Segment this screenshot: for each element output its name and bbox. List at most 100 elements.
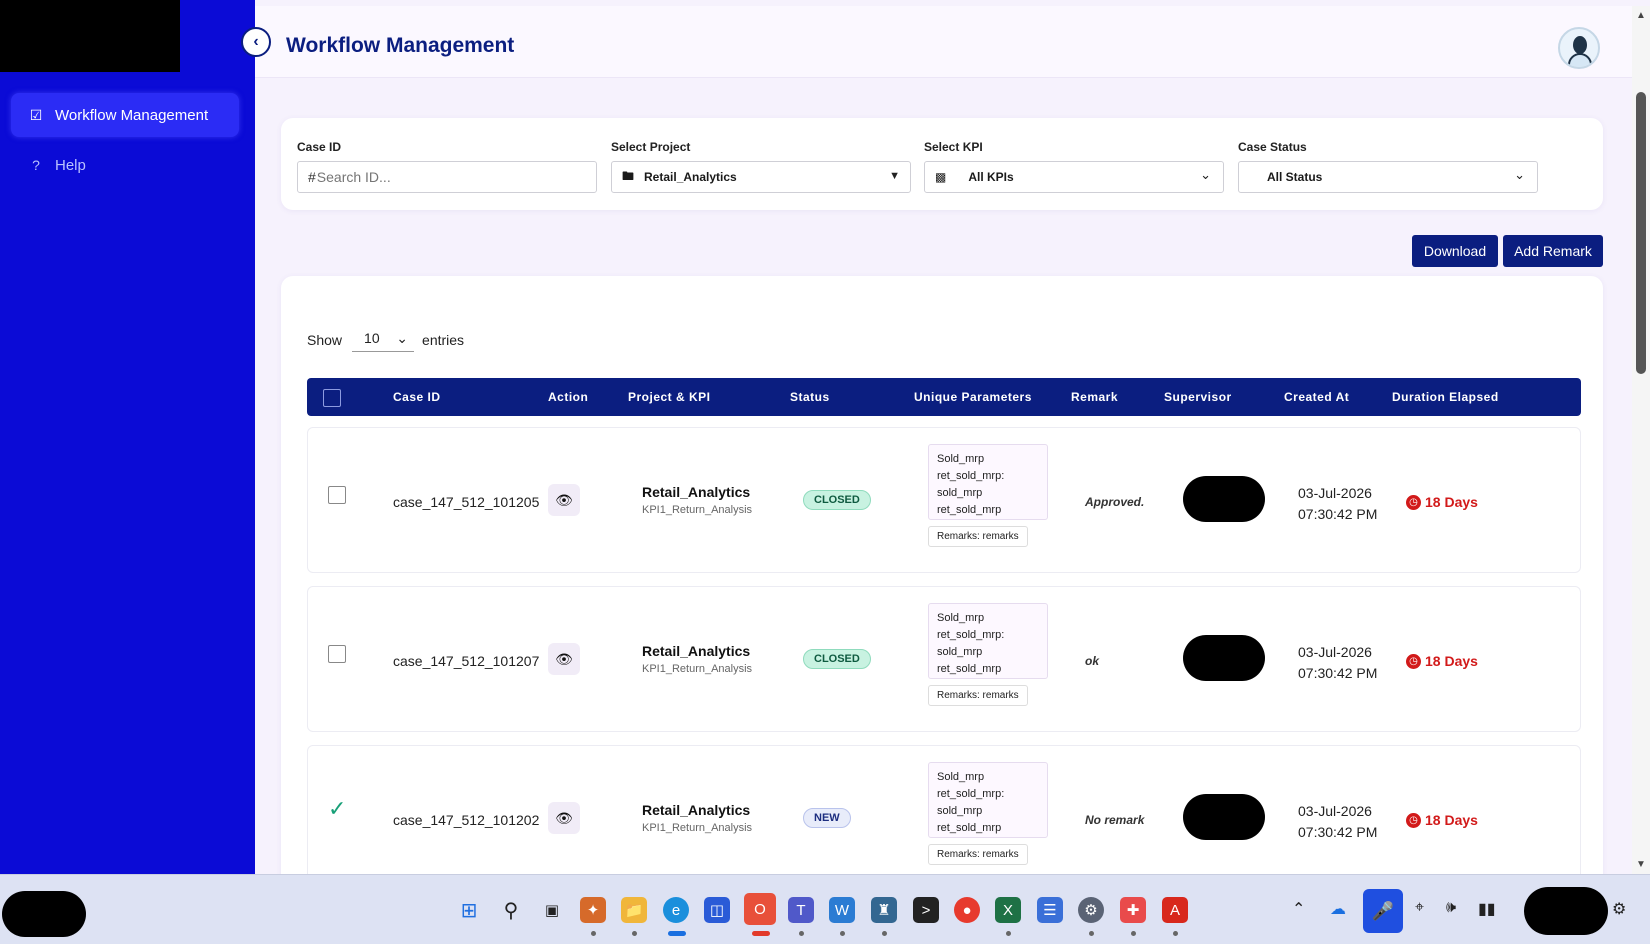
project-select[interactable]: 🖿 Retail_Analytics ▼ [611, 161, 911, 193]
sidebar-item-label: Workflow Management [55, 106, 209, 124]
download-button[interactable]: Download [1412, 235, 1498, 267]
add-remark-button[interactable]: Add Remark [1503, 235, 1603, 267]
col-created-at[interactable]: Created At [1284, 390, 1349, 404]
search-icon[interactable]: ⚲ [498, 897, 524, 923]
store-icon[interactable]: ◫ [704, 897, 730, 923]
wifi-icon[interactable]: ⌖ [1415, 899, 1424, 917]
running-indicator [1131, 931, 1136, 936]
notifications-icon[interactable]: ⚙ [1612, 899, 1626, 919]
table-row: ✓ case_147_512_101202 👁 Retail_Analytics… [307, 745, 1581, 891]
case-id-cell[interactable]: case_147_512_101207 [393, 653, 539, 669]
edit-check-icon: ☑ [29, 106, 43, 123]
scroll-up-icon[interactable]: ▲ [1636, 10, 1646, 21]
scrollbar-thumb[interactable] [1636, 92, 1646, 374]
folder-icon: 🖿 [622, 168, 635, 183]
created-time: 07:30:42 PM [1298, 665, 1378, 681]
sidebar-item-help[interactable]: ? Help [11, 143, 239, 187]
app-red-icon[interactable]: ● [954, 897, 980, 923]
redacted-widget [2, 891, 86, 937]
file-explorer-icon[interactable]: 📁 [621, 897, 647, 923]
param-line: sold_mrp [937, 805, 983, 817]
running-indicator [882, 931, 887, 936]
table-header: Case ID Action Project & KPI Status Uniq… [307, 378, 1581, 416]
status-value: All Status [1267, 170, 1323, 184]
remarks-tag: Remarks: remarks [928, 844, 1028, 865]
case-id-cell[interactable]: case_147_512_101205 [393, 494, 539, 510]
col-remark: Remark [1071, 390, 1119, 404]
sidebar-item-label: Help [55, 156, 86, 174]
checked-checkmark-icon[interactable]: ✓ [328, 796, 346, 822]
kpi-select[interactable]: ▩ All KPIs ⌄ [924, 161, 1224, 193]
project-kpi-cell: Retail_Analytics KPI1_Return_Analysis [642, 643, 752, 675]
show-entries: Show 10 ⌄ entries [307, 328, 464, 352]
entries-value: 10 [364, 330, 380, 346]
notepad-icon[interactable]: ☰ [1037, 897, 1063, 923]
kpi-name: KPI1_Return_Analysis [642, 504, 753, 516]
col-project-kpi[interactable]: Project & KPI [628, 390, 711, 404]
view-button[interactable]: 👁 [548, 484, 580, 516]
project-name: Retail_Analytics [642, 484, 751, 500]
view-button[interactable]: 👁 [548, 643, 580, 675]
project-kpi-cell: Retail_Analytics KPI1_Return_Analysis [642, 484, 752, 516]
running-indicator [1006, 931, 1011, 936]
battery-icon[interactable]: ▮▮ [1478, 899, 1496, 919]
page-title: Workflow Management [286, 34, 515, 57]
col-status[interactable]: Status [790, 390, 830, 404]
row-checkbox[interactable] [328, 486, 346, 504]
acrobat-icon[interactable]: A [1162, 897, 1188, 923]
chevron-left-icon: ‹ [253, 33, 259, 50]
status-select[interactable]: All Status ⌄ [1238, 161, 1538, 193]
view-button[interactable]: 👁 [548, 802, 580, 834]
sidebar-item-workflow-management[interactable]: ☑ Workflow Management [11, 93, 239, 137]
page-scrollbar[interactable]: ▲ ▼ [1632, 6, 1650, 874]
table-row: case_147_512_101205 👁 Retail_Analytics K… [307, 427, 1581, 573]
word-icon[interactable]: W [829, 897, 855, 923]
kpi-label: Select KPI [924, 140, 983, 154]
duration-value: 18 Days [1425, 494, 1478, 510]
edge-browser-icon[interactable]: e [663, 897, 689, 923]
avatar[interactable] [1558, 27, 1600, 69]
project-label: Select Project [611, 140, 691, 154]
duration-cell: ◷ 18 Days [1406, 494, 1478, 510]
filter-case-id: Case ID # [297, 140, 597, 193]
case-id-label: Case ID [297, 140, 342, 154]
project-value: Retail_Analytics [644, 170, 737, 184]
entries-select[interactable]: 10 ⌄ [352, 328, 415, 352]
case-id-search-input[interactable] [316, 169, 567, 185]
created-at-cell: 03-Jul-2026 07:30:42 PM [1298, 483, 1377, 525]
running-indicator [1173, 931, 1178, 936]
duration-cell: ◷ 18 Days [1406, 653, 1478, 669]
outlook-icon[interactable]: O [744, 893, 776, 925]
select-all-checkbox[interactable] [323, 389, 341, 407]
duration-value: 18 Days [1425, 653, 1478, 669]
copilot-icon[interactable]: ✦ [580, 897, 606, 923]
supervisor-redacted [1183, 476, 1265, 522]
row-checkbox[interactable] [328, 645, 346, 663]
postgres-icon[interactable]: ♜ [871, 897, 897, 923]
back-button[interactable]: ‹ [241, 27, 271, 57]
filter-project: Select Project 🖿 Retail_Analytics ▼ [611, 140, 911, 193]
onedrive-icon[interactable]: ☁ [1330, 899, 1346, 919]
scroll-down-icon[interactable]: ▼ [1636, 859, 1646, 870]
redacted-logo-area [0, 0, 180, 72]
microphone-icon[interactable]: 🎤 [1363, 889, 1403, 933]
os-taskbar: ⊞ ⚲ ▣ ✦ 📁 e ◫ O T W ♜ > ● X ☰ ⚙ ✚ A ⌃ ☁ … [0, 874, 1650, 944]
project-name: Retail_Analytics [642, 802, 751, 818]
excel-icon[interactable]: X [995, 897, 1021, 923]
remarks-tag: Remarks: remarks [928, 526, 1028, 547]
col-supervisor[interactable]: Supervisor [1164, 390, 1232, 404]
chevron-down-icon: ⌄ [1200, 167, 1211, 182]
terminal-icon[interactable]: > [913, 897, 939, 923]
teams-icon[interactable]: T [788, 897, 814, 923]
snipping-tool-icon[interactable]: ✚ [1120, 897, 1146, 923]
windows-start-icon[interactable]: ⊞ [456, 897, 482, 923]
volume-icon[interactable]: 🕪 [1446, 899, 1456, 917]
case-id-cell[interactable]: case_147_512_101202 [393, 812, 539, 828]
settings-gear-icon[interactable]: ⚙ [1078, 897, 1104, 923]
param-line: ret_sold_mrp: [937, 788, 1005, 800]
task-view-icon[interactable]: ▣ [539, 897, 565, 923]
col-duration-elapsed[interactable]: Duration Elapsed [1392, 390, 1499, 404]
kpi-value: All KPIs [968, 170, 1014, 184]
tray-chevron-up-icon[interactable]: ⌃ [1292, 899, 1305, 919]
col-case-id[interactable]: Case ID [393, 390, 441, 404]
